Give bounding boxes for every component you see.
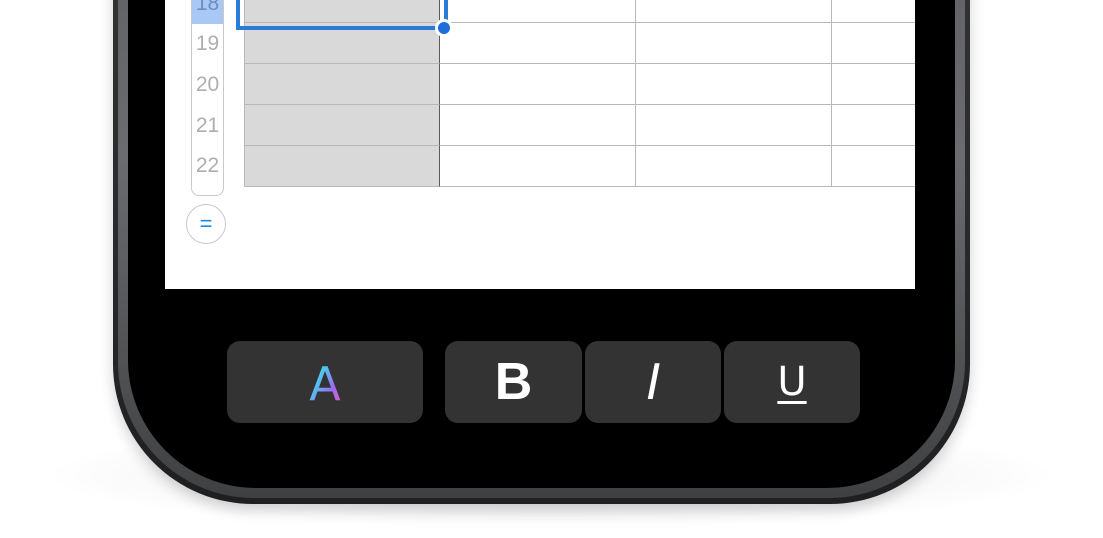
spreadsheet-screen: 18 19 20 21 22 =	[165, 0, 915, 289]
screenshot-stage: 18 19 20 21 22 = A B I U	[0, 0, 1103, 538]
grid-cell[interactable]	[636, 146, 832, 187]
formula-button[interactable]: =	[186, 204, 226, 244]
grid-cell[interactable]	[636, 105, 832, 146]
grid-cell[interactable]	[832, 105, 915, 146]
rainbow-a-icon: A	[309, 360, 341, 404]
grid-cell[interactable]	[440, 23, 636, 64]
grid-cell[interactable]	[636, 0, 832, 23]
underline-label: U	[777, 359, 807, 405]
underline-button[interactable]: U	[724, 341, 860, 423]
selection-drag-handle[interactable]	[435, 19, 453, 37]
grid-cell[interactable]	[440, 105, 636, 146]
grid-cell[interactable]	[244, 146, 440, 187]
grid-cell[interactable]	[440, 64, 636, 105]
italic-button[interactable]: I	[585, 341, 721, 423]
row-header-22[interactable]: 22	[192, 146, 223, 186]
equals-icon: =	[199, 211, 213, 236]
italic-label: I	[645, 353, 661, 411]
text-color-label: A	[309, 360, 341, 404]
text-color-button[interactable]: A	[227, 341, 423, 423]
bold-button[interactable]: B	[445, 341, 582, 423]
grid-cell[interactable]	[832, 146, 915, 187]
row-header-18[interactable]: 18	[192, 0, 223, 24]
row-header-rail: 18 19 20 21 22	[191, 0, 224, 196]
grid-cell[interactable]	[440, 0, 636, 23]
grid-cell[interactable]	[636, 64, 832, 105]
row-header-19[interactable]: 19	[192, 24, 223, 64]
grid-cell[interactable]	[832, 0, 915, 23]
cell-selection-outline	[236, 0, 448, 30]
row-header-21[interactable]: 21	[192, 106, 223, 146]
grid-cell[interactable]	[636, 23, 832, 64]
grid-cell[interactable]	[244, 64, 440, 105]
row-header-20[interactable]: 20	[192, 65, 223, 105]
grid-cell[interactable]	[440, 146, 636, 187]
grid-cell[interactable]	[832, 64, 915, 105]
bold-label: B	[494, 353, 533, 411]
grid-cell[interactable]	[244, 105, 440, 146]
grid-cell[interactable]	[832, 23, 915, 64]
